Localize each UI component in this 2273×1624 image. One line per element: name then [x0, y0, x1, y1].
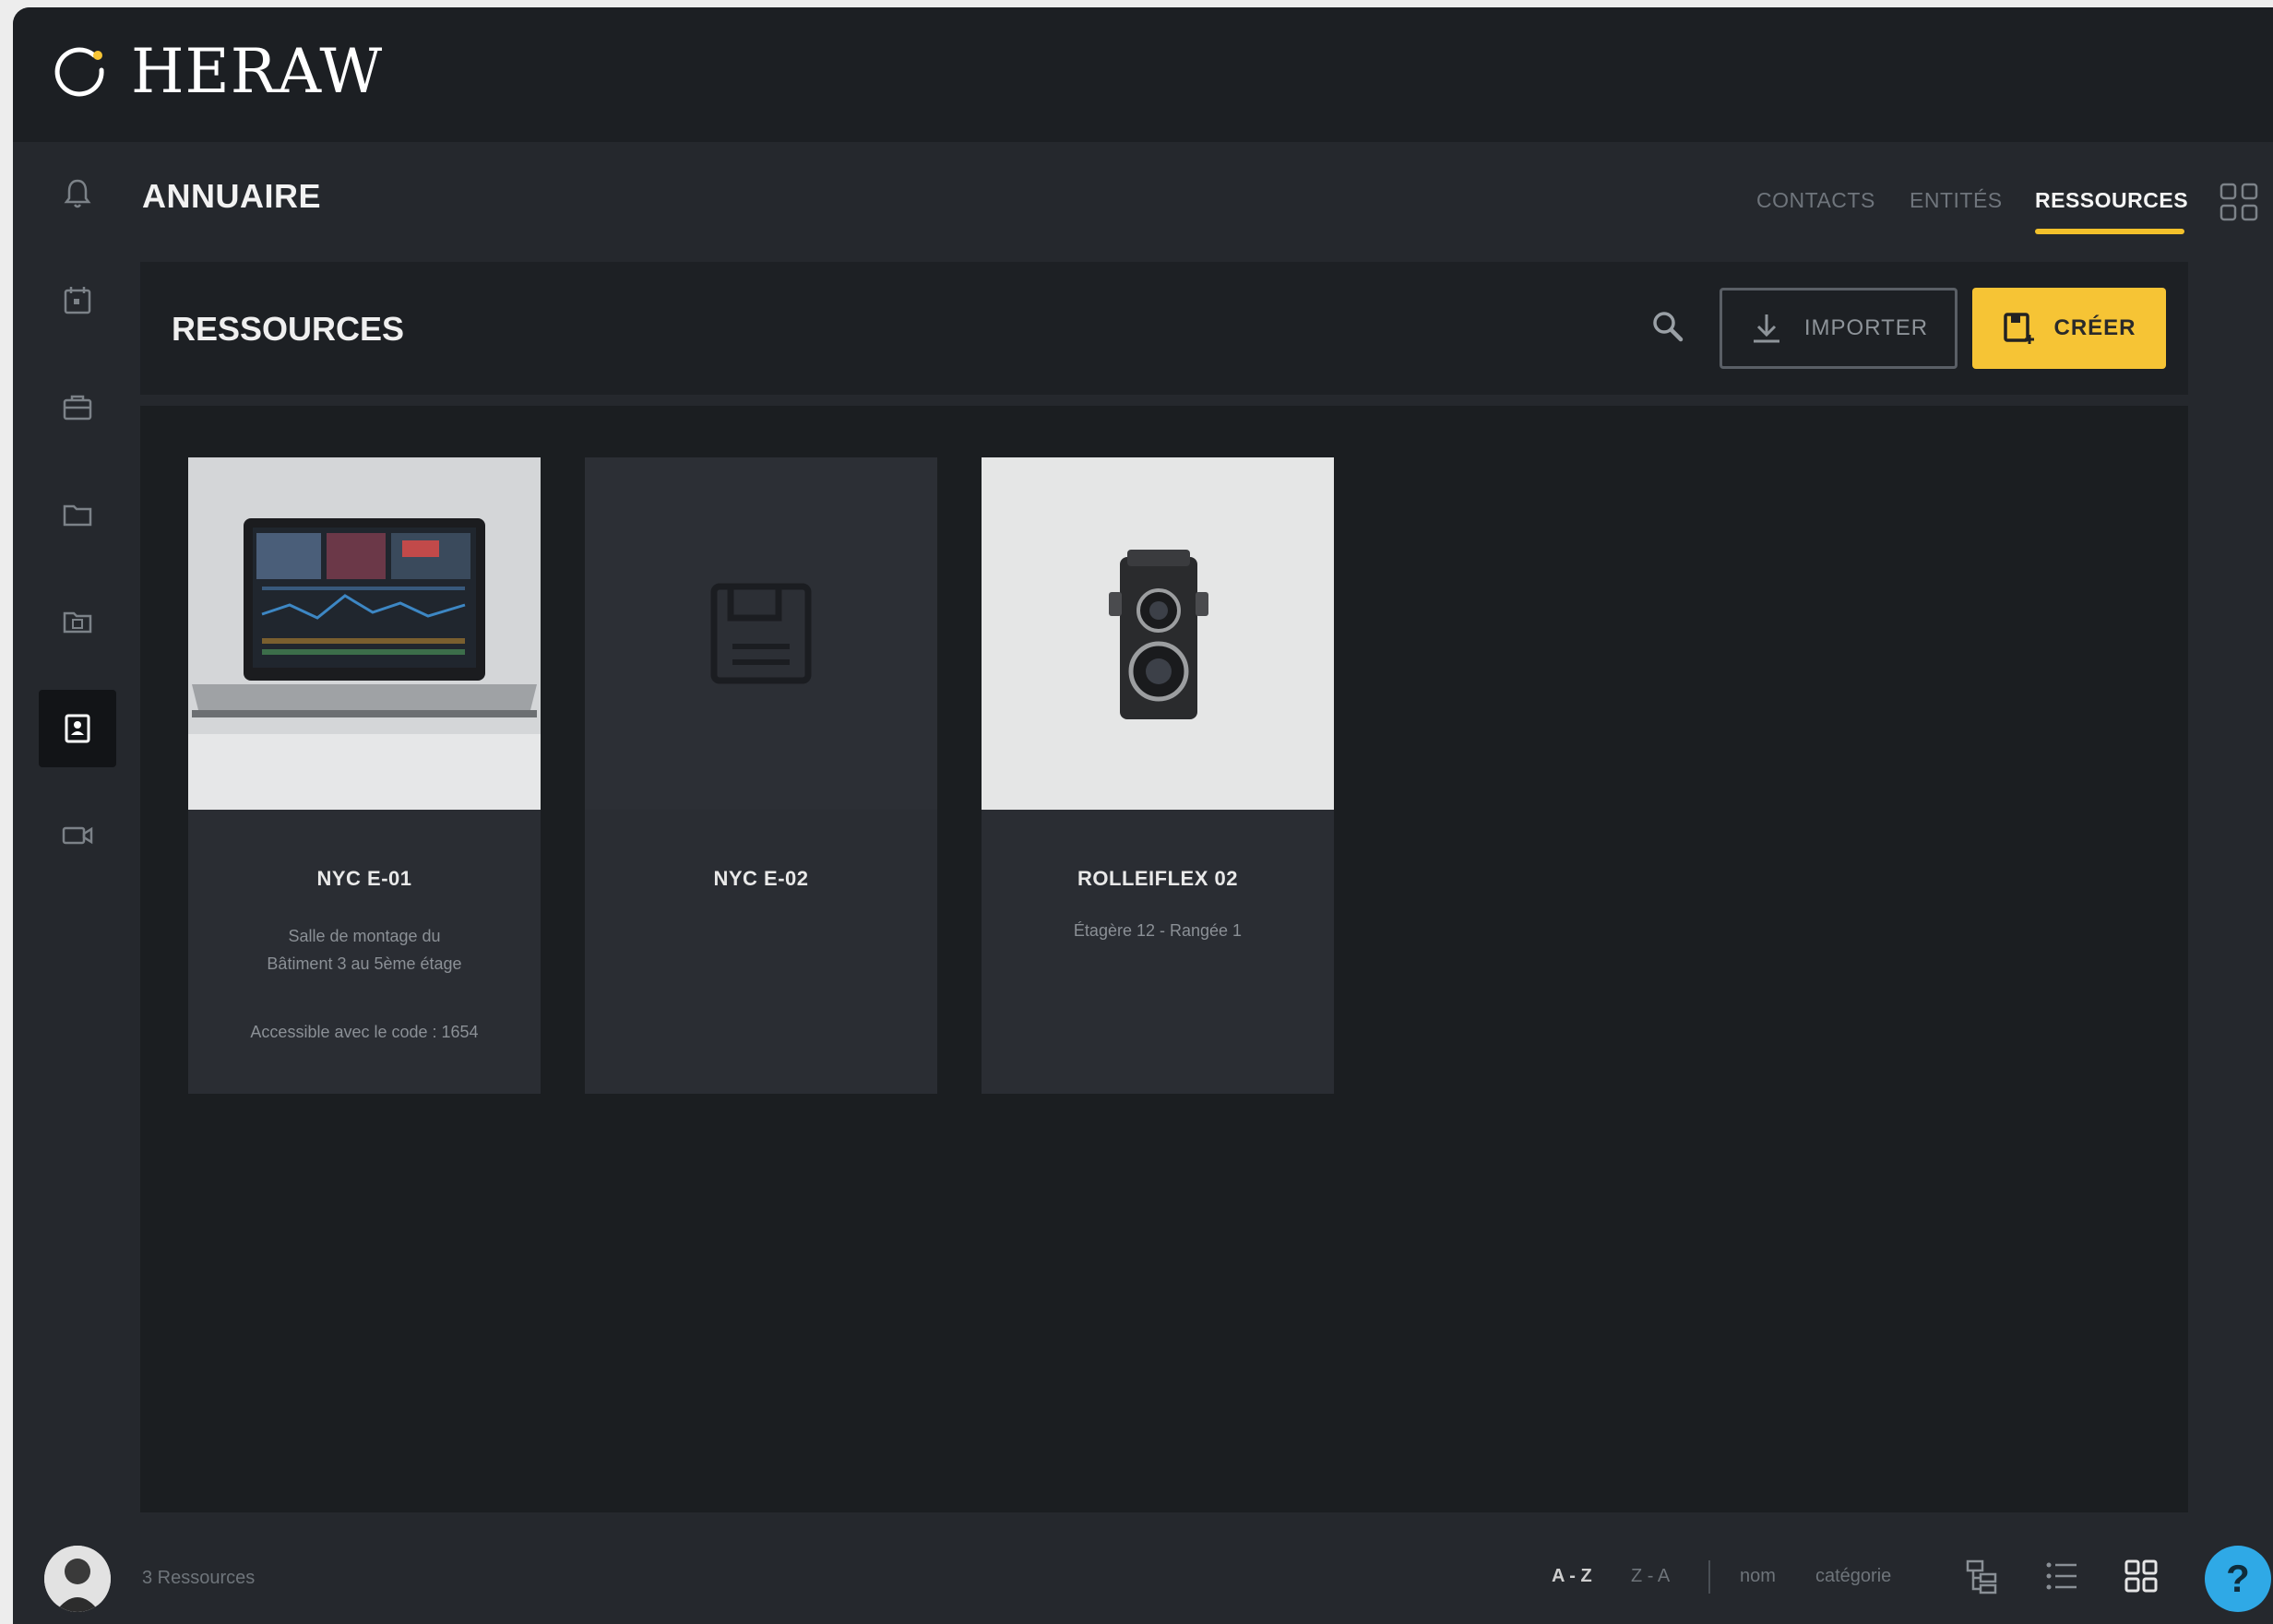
list-view-button[interactable]: [2039, 1553, 2085, 1599]
resource-card[interactable]: NYC E-01 Salle de montage du Bâtiment 3 …: [188, 457, 541, 1094]
bell-icon: [64, 179, 91, 208]
resource-title: NYC E-02: [713, 867, 809, 890]
resource-card[interactable]: ROLLEIFLEX 02 Étagère 12 - Rangée 1: [982, 457, 1334, 1094]
page-title: ANNUAIRE: [142, 177, 322, 215]
heraw-logo-icon: [54, 47, 104, 97]
sort-za[interactable]: Z - A: [1631, 1566, 1670, 1587]
tree-view-icon: [1966, 1559, 1997, 1594]
sort-divider: [1708, 1560, 1710, 1594]
tab-contacts[interactable]: CONTACTS: [1756, 188, 1875, 213]
resources-toolbar: RESSOURCES IMPORTER CRÉER: [140, 262, 2188, 395]
sidebar-item-videos[interactable]: [39, 797, 116, 874]
briefcase-icon: [63, 395, 92, 421]
resource-description: Bâtiment 3 au 5ème étage: [267, 954, 462, 973]
sort-by-category[interactable]: catégorie: [1815, 1566, 1891, 1587]
resource-description: Étagère 12 - Rangée 1: [1073, 921, 1243, 940]
active-tab-indicator: [2035, 229, 2184, 234]
import-button[interactable]: IMPORTER: [1720, 288, 1958, 369]
resource-count: 3 Ressources: [142, 1568, 256, 1588]
footer-bar: 3 Ressources A - Z Z - A nom catégorie ?: [13, 1512, 2273, 1624]
video-camera-icon: [62, 826, 93, 845]
grid-view-icon: [2124, 1559, 2158, 1593]
sort-by-name[interactable]: nom: [1740, 1566, 1776, 1587]
app-window: HERAW ANNUAIRE CONTACTS ENTITÉS RESSOURC…: [13, 7, 2273, 1624]
sidebar: [13, 142, 142, 1507]
sort-az[interactable]: A - Z: [1552, 1566, 1592, 1587]
sidebar-item-calendar[interactable]: [39, 262, 116, 339]
grid-view-button[interactable]: [2118, 1553, 2164, 1599]
apps-grid-icon[interactable]: [2218, 181, 2260, 223]
resources-grid: NYC E-01 Salle de montage du Bâtiment 3 …: [140, 406, 2188, 1512]
list-view-icon: [2046, 1562, 2077, 1590]
create-label: CRÉER: [2053, 315, 2136, 340]
top-bar: HERAW: [13, 7, 2273, 142]
tab-entites[interactable]: ENTITÉS: [1910, 188, 2003, 213]
search-button[interactable]: [1640, 299, 1696, 354]
resource-placeholder-icon: [710, 583, 812, 684]
resource-title: ROLLEIFLEX 02: [1077, 867, 1238, 890]
resource-description: Salle de montage du: [288, 927, 441, 945]
create-button[interactable]: CRÉER: [1972, 288, 2166, 369]
add-resource-icon: [2004, 313, 2035, 344]
sidebar-item-directory[interactable]: [39, 690, 116, 767]
section-title: RESSOURCES: [172, 310, 405, 348]
camera-photo: [982, 457, 1334, 810]
resource-title: NYC E-01: [316, 867, 412, 890]
import-label: IMPORTER: [1803, 315, 1929, 340]
avatar[interactable]: [44, 1546, 111, 1612]
sidebar-item-notifications[interactable]: [39, 155, 116, 232]
folder-icon: [63, 504, 92, 527]
placeholder-image: [585, 457, 937, 810]
help-button[interactable]: ?: [2205, 1546, 2271, 1612]
sidebar-item-shared[interactable]: [39, 583, 116, 660]
brand-name: HERAW: [131, 36, 384, 107]
search-icon: [1653, 312, 1684, 342]
sidebar-item-files[interactable]: [39, 476, 116, 553]
sidebar-item-projects[interactable]: [39, 369, 116, 446]
download-icon: [1753, 314, 1779, 343]
contact-card-icon: [65, 714, 90, 743]
tree-view-button[interactable]: [1959, 1553, 2005, 1599]
laptop-photo: [188, 457, 541, 810]
resource-card[interactable]: NYC E-02: [585, 457, 937, 1094]
folder-calendar-icon: [63, 611, 92, 634]
resource-access-note: Accessible avec le code : 1654: [250, 1023, 479, 1041]
tab-ressources[interactable]: RESSOURCES: [2035, 188, 2188, 213]
calendar-icon: [64, 287, 91, 314]
user-photo: [44, 1546, 111, 1612]
